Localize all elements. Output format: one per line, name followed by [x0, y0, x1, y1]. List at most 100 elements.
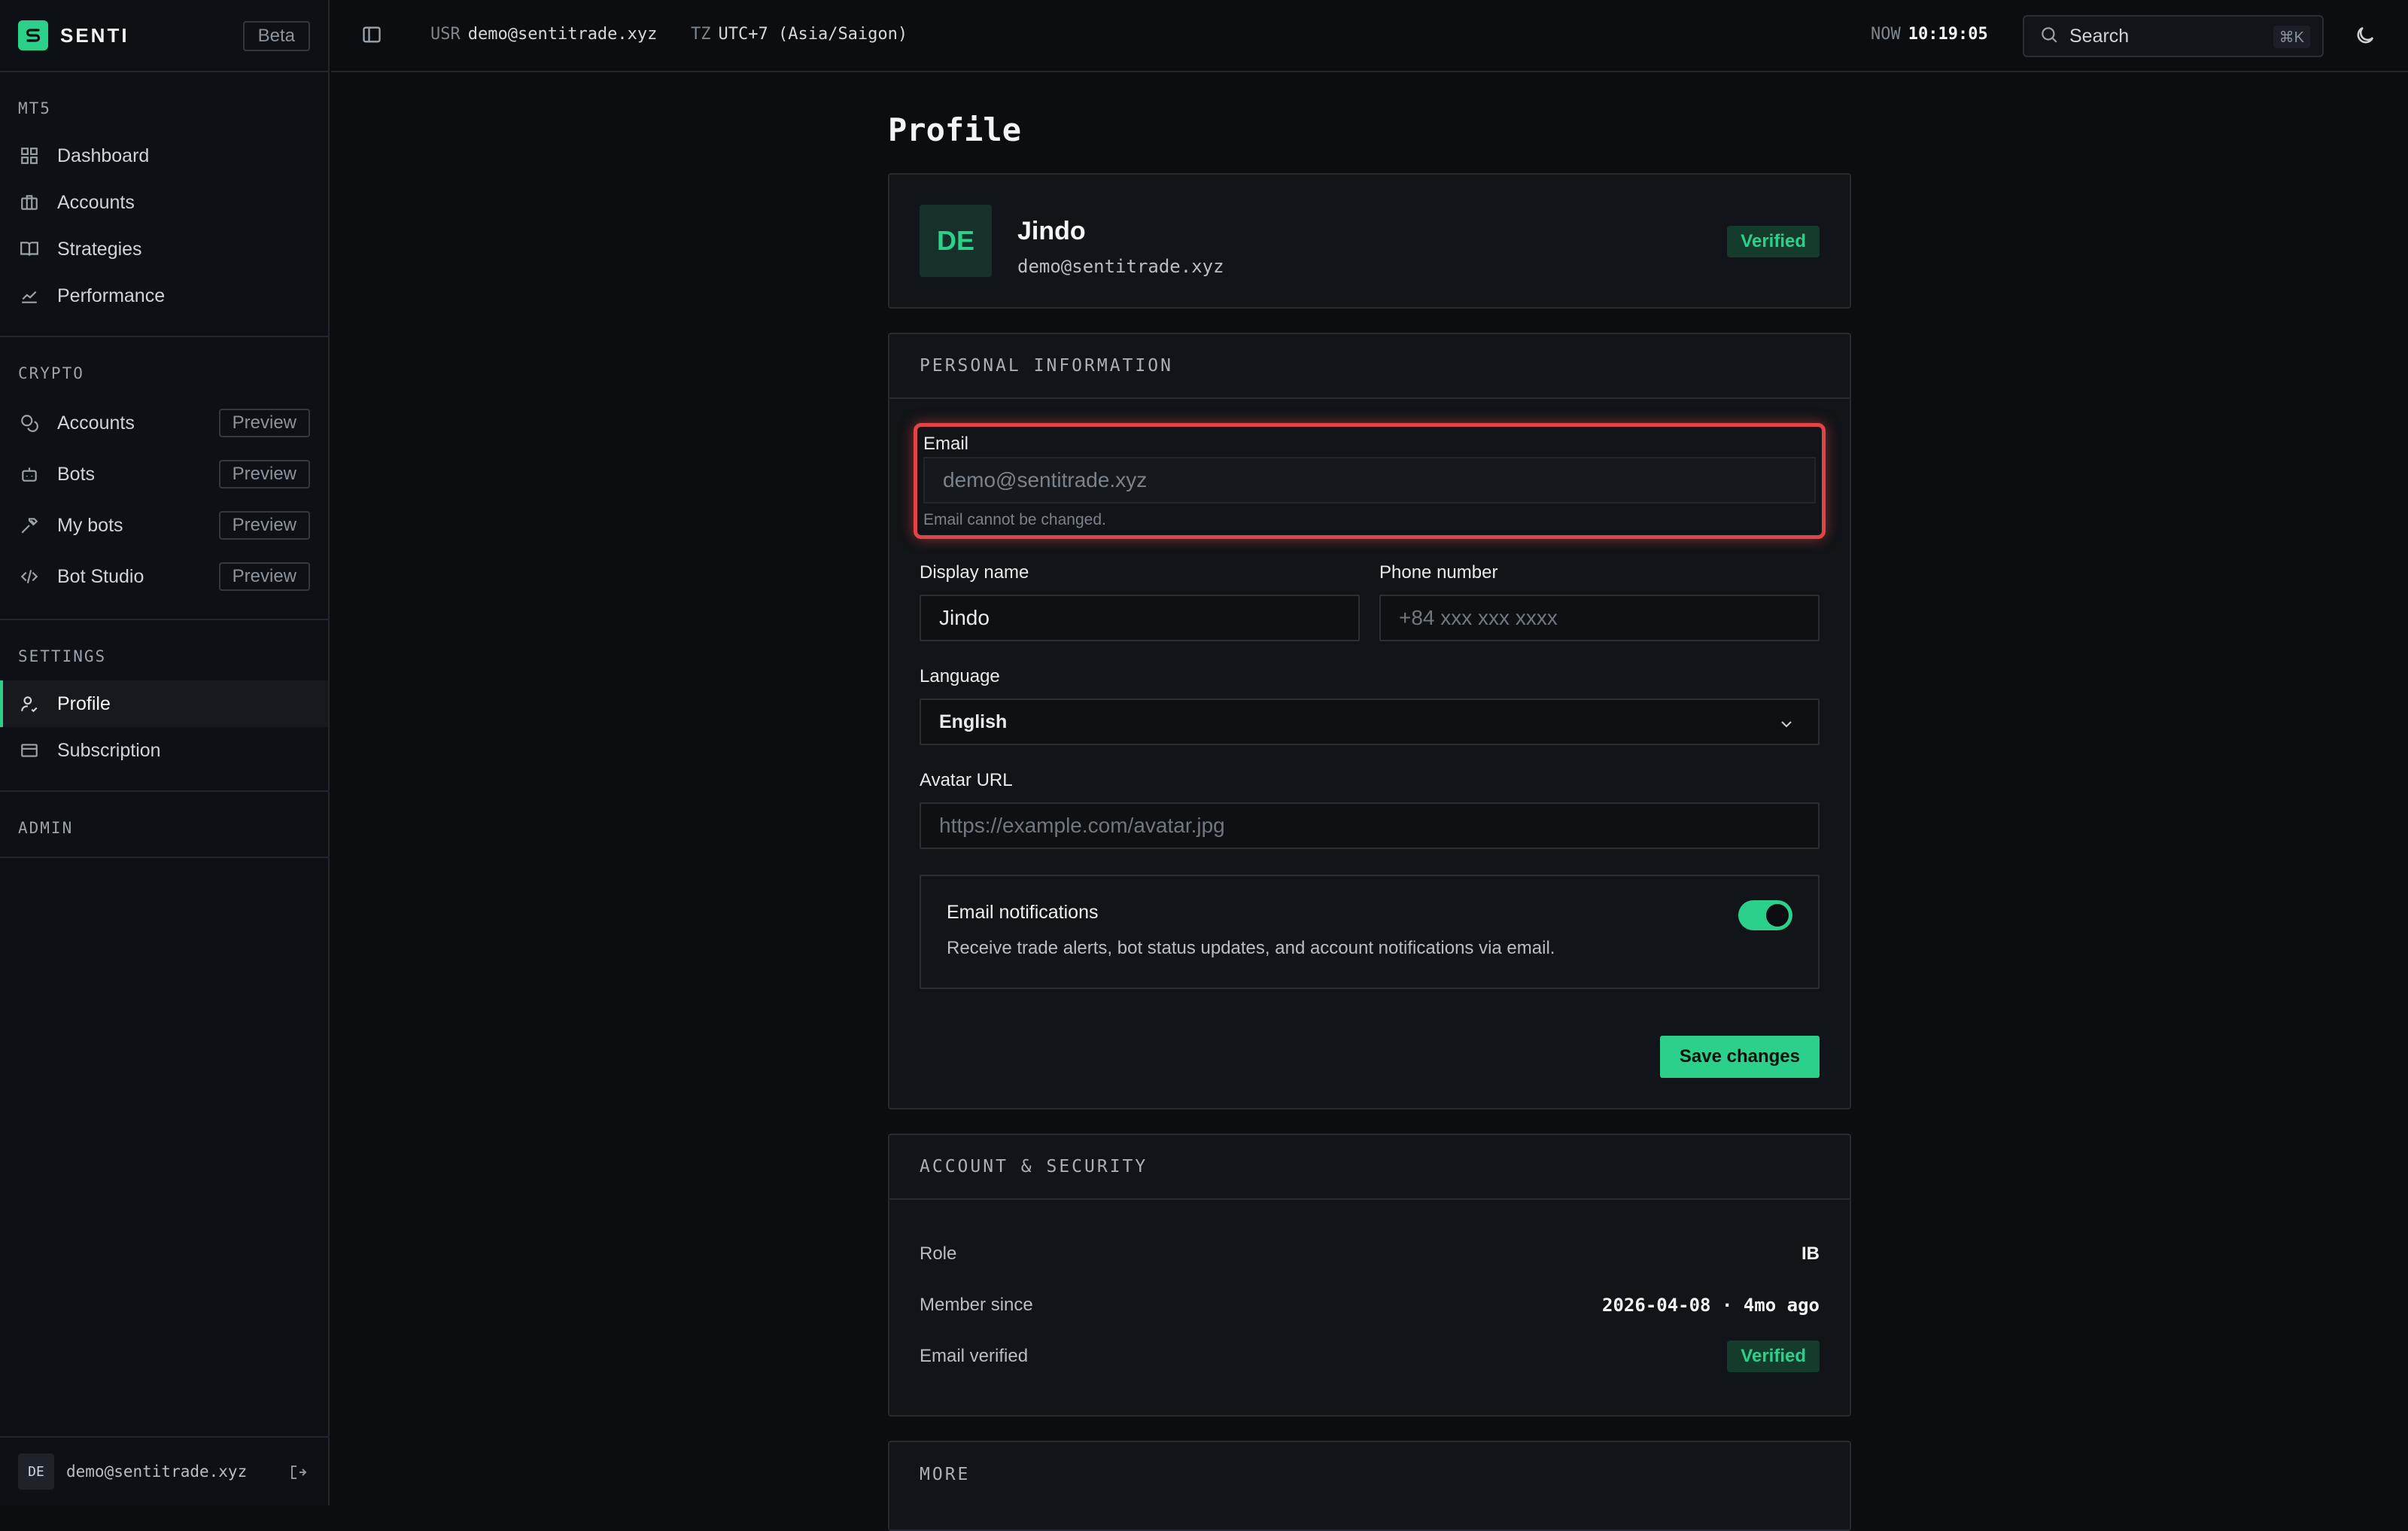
chevron-down-icon: [1777, 715, 1795, 738]
topbar: USR demo@sentitrade.xyz TZ UTC+7 (Asia/Sai…: [331, 0, 2408, 72]
sidebar-toggle-icon[interactable]: [361, 24, 382, 49]
language-label: Language: [920, 666, 1000, 686]
notif-title: Email notifications: [947, 902, 1099, 923]
display-name-input[interactable]: Jindo: [920, 595, 1360, 641]
code-icon: [18, 565, 41, 588]
profile-name: Jindo: [1017, 217, 1086, 245]
top-timezone: TZ UTC+7 (Asia/Saigon): [691, 25, 908, 44]
hammer-icon: [18, 514, 41, 537]
row-key: Email verified: [920, 1346, 1029, 1366]
card-header: MORE: [920, 1465, 971, 1484]
sidebar-item-dashboard[interactable]: Dashboard: [0, 132, 328, 179]
sidebar-item-crypto-accounts[interactable]: Accounts Preview: [0, 397, 328, 449]
email-field[interactable]: demo@sentitrade.xyz: [923, 457, 1816, 504]
profile-card: DE Jindo demo@sentitrade.xyz Verified: [888, 173, 1851, 309]
sidebar-item-my-bots[interactable]: My bots Preview: [0, 500, 328, 551]
sidebar-item-label: Bot Studio: [57, 565, 144, 587]
section-label: SETTINGS: [18, 647, 107, 665]
notif-description: Receive trade alerts, bot status updates…: [947, 938, 1555, 958]
verified-badge: Verified: [1727, 1341, 1820, 1372]
row-value: IB: [1801, 1243, 1820, 1264]
brand: SENTI Beta: [0, 0, 328, 72]
grid-icon: [18, 145, 41, 167]
credit-card-icon: [18, 739, 41, 762]
main-content: Profile DE Jindo demo@sentitrade.xyz Ver…: [888, 72, 1851, 1531]
avatar-url-group: Avatar URL https://example.com/avatar.jp…: [920, 768, 1820, 849]
verified-badge: Verified: [1727, 226, 1820, 257]
sidebar-footer: DE demo@sentitrade.xyz: [0, 1436, 328, 1505]
email-field-group: Email demo@sentitrade.xyz Email cannot b…: [914, 423, 1826, 539]
tz-key: TZ: [691, 25, 711, 44]
sidebar-item-label: Subscription: [57, 739, 161, 761]
preview-badge: Preview: [218, 562, 310, 591]
email-notifications-toggle[interactable]: [1738, 900, 1792, 930]
sidebar-item-label: Bots: [57, 463, 96, 485]
user-value: demo@sentitrade.xyz: [467, 25, 658, 44]
nav-section-admin: ADMIN: [0, 792, 328, 858]
preview-badge: Preview: [218, 511, 310, 540]
coins-icon: [18, 412, 41, 434]
sidebar-item-label: My bots: [57, 514, 123, 536]
sidebar-item-label: Accounts: [57, 412, 135, 434]
email-label: Email: [923, 434, 969, 454]
row-value: 2026-04-08 · 4mo ago: [1602, 1295, 1820, 1316]
sidebar-item-bots[interactable]: Bots Preview: [0, 449, 328, 500]
save-changes-button[interactable]: Save changes: [1659, 1036, 1820, 1078]
sidebar-item-strategies[interactable]: Strategies: [0, 226, 328, 272]
preview-badge: Preview: [218, 409, 310, 437]
email-notifications-box: Email notifications Receive trade alerts…: [920, 875, 1820, 989]
card-header: PERSONAL INFORMATION: [889, 334, 1850, 399]
page-title: Profile: [888, 111, 1022, 148]
phone-label: Phone number: [1379, 562, 1498, 583]
logout-icon[interactable]: [289, 1463, 307, 1485]
card-header: ACCOUNT & SECURITY: [889, 1135, 1850, 1200]
sidebar-item-bot-studio[interactable]: Bot Studio Preview: [0, 551, 328, 602]
sidebar-item-accounts[interactable]: Accounts: [0, 179, 328, 226]
search-button[interactable]: Search ⌘K: [2023, 15, 2324, 57]
avatar-url-label: Avatar URL: [920, 770, 1013, 790]
display-name-group: Display name Jindo: [920, 560, 1360, 641]
row-key: Role: [920, 1243, 957, 1264]
toggle-knob: [1766, 904, 1789, 927]
email-helper-text: Email cannot be changed.: [923, 511, 1106, 528]
nav-section-crypto: CRYPTO Accounts Preview Bots Preview My …: [0, 337, 328, 620]
bot-icon: [18, 463, 41, 485]
language-value: English: [939, 711, 1008, 732]
theme-toggle-moon-icon[interactable]: [2354, 24, 2376, 50]
avatar[interactable]: DE: [18, 1453, 54, 1490]
section-label: CRYPTO: [18, 364, 84, 382]
nav-section-settings: SETTINGS Profile Subscription: [0, 620, 328, 792]
now-value: 10:19:05: [1908, 25, 1988, 44]
beta-badge: Beta: [242, 21, 310, 51]
profile-email: demo@sentitrade.xyz: [1017, 256, 1224, 277]
avatar: DE: [920, 205, 992, 277]
sidebar-item-profile[interactable]: Profile: [0, 680, 328, 727]
language-select[interactable]: English: [920, 699, 1820, 745]
book-icon: [18, 238, 41, 260]
avatar-url-input[interactable]: https://example.com/avatar.jpg: [920, 802, 1820, 849]
sidebar-item-performance[interactable]: Performance: [0, 272, 328, 319]
top-clock: NOW 10:19:05: [1871, 25, 1988, 44]
more-card: MORE: [888, 1441, 1851, 1531]
language-group: Language English: [920, 664, 1820, 745]
phone-input[interactable]: +84 xxx xxx xxxx: [1379, 595, 1820, 641]
row-key: Member since: [920, 1295, 1033, 1315]
sidebar-item-label: Performance: [57, 285, 166, 306]
preview-badge: Preview: [218, 460, 310, 489]
senti-logo-icon[interactable]: [18, 20, 48, 50]
name-phone-row: Display name Jindo Phone number +84 xxx …: [920, 560, 1820, 641]
top-user: USR demo@sentitrade.xyz: [430, 25, 657, 44]
security-row-member-since: Member since 2026-04-08 · 4mo ago: [920, 1280, 1820, 1331]
sidebar-item-label: Strategies: [57, 238, 142, 260]
briefcase-icon: [18, 191, 41, 214]
personal-info-body: Email demo@sentitrade.xyz Email cannot b…: [889, 423, 1850, 989]
display-name-label: Display name: [920, 562, 1029, 583]
search-shortcut: ⌘K: [2273, 26, 2310, 48]
phone-group: Phone number +84 xxx xxx xxxx: [1379, 560, 1820, 641]
section-label: MT5: [18, 99, 51, 117]
sidebar-item-subscription[interactable]: Subscription: [0, 727, 328, 774]
section-label: ADMIN: [18, 819, 74, 837]
now-key: NOW: [1871, 25, 1901, 44]
nav-section-mt5: MT5 Dashboard Accounts Strategies Perfor…: [0, 72, 328, 337]
security-row-email-verified: Email verified Verified: [920, 1331, 1820, 1382]
